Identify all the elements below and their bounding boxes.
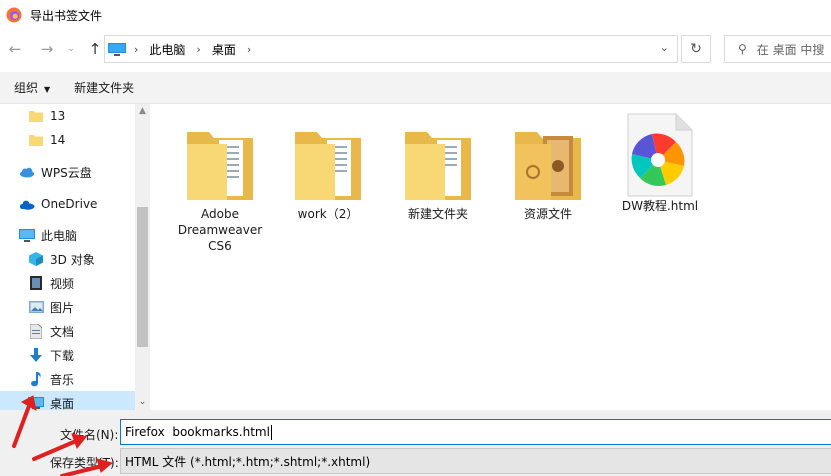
folder-icon: [398, 114, 478, 202]
folder-icon: [508, 114, 588, 202]
sidebar-scrollbar[interactable]: ▲ ⌄: [135, 104, 150, 410]
filetype-select[interactable]: HTML 文件 (*.html;*.htm;*.shtml;*.xhtml): [120, 448, 831, 474]
organize-label: 组织: [14, 81, 39, 95]
filename-label: 文件名(N):: [60, 428, 119, 442]
sidebar-item-this-pc[interactable]: 此电脑: [0, 223, 135, 247]
navigation-bar: ← → ⌄ ↑ › 此电脑 › 桌面 › ⌄ ↻ ⚲ 在 桌面 中搜: [0, 30, 831, 68]
html-file-icon: [620, 110, 700, 198]
breadcrumb-separator[interactable]: ›: [196, 43, 200, 56]
breadcrumb-desktop[interactable]: 桌面: [212, 41, 236, 58]
sidebar-item-3d-objects[interactable]: 3D 对象: [0, 247, 135, 271]
folder-icon: [28, 108, 44, 124]
computer-icon: [108, 42, 126, 56]
onedrive-icon: [19, 196, 35, 212]
folder-icon: [28, 132, 44, 148]
new-folder-button[interactable]: 新建文件夹: [74, 79, 134, 96]
file-list: Adobe Dreamweaver CS6 work（2） 新建文件夹 资源文件…: [150, 104, 831, 410]
filetype-label: 保存类型(T):: [50, 456, 119, 470]
address-dropdown-icon[interactable]: ⌄: [660, 41, 669, 54]
sidebar-item-downloads[interactable]: 下载: [0, 343, 135, 367]
file-item-dreamweaver[interactable]: Adobe Dreamweaver CS6: [170, 114, 270, 254]
organize-button[interactable]: 组织 ▼: [14, 79, 50, 96]
breadcrumb-this-pc[interactable]: 此电脑: [149, 41, 185, 58]
forward-arrow-icon[interactable]: →: [36, 38, 58, 60]
filename-input[interactable]: Firefox bookmarks.html: [120, 419, 831, 445]
navigation-pane: 13 14 WPS云盘 OneDrive 此电脑 3D 对象 视频 图片 文档 …: [0, 104, 150, 410]
download-icon: [28, 347, 44, 363]
firefox-icon: [6, 7, 22, 23]
folder-icon: [288, 114, 368, 202]
caret-down-icon: ▼: [44, 85, 51, 94]
cloud-icon: [19, 164, 35, 180]
file-item-resources[interactable]: 资源文件: [498, 114, 598, 222]
picture-icon: [28, 299, 44, 315]
chevron-down-icon[interactable]: ⌄: [60, 38, 82, 60]
save-panel: 文件名(N): Firefox bookmarks.html 保存类型(T): …: [0, 410, 831, 476]
search-box[interactable]: ⚲ 在 桌面 中搜: [724, 35, 831, 63]
computer-icon: [19, 227, 35, 243]
sidebar-item-videos[interactable]: 视频: [0, 271, 135, 295]
refresh-button[interactable]: ↻: [681, 35, 711, 63]
scrollbar-thumb[interactable]: [137, 207, 148, 347]
sidebar-item-13[interactable]: 13: [0, 104, 135, 128]
sidebar-item-wps-cloud[interactable]: WPS云盘: [0, 160, 135, 184]
sidebar-item-14[interactable]: 14: [0, 128, 135, 152]
sidebar-item-onedrive[interactable]: OneDrive: [0, 192, 135, 216]
address-bar[interactable]: › 此电脑 › 桌面 › ⌄: [104, 35, 678, 63]
sidebar-item-documents[interactable]: 文档: [0, 319, 135, 343]
scroll-down-icon[interactable]: ⌄: [135, 395, 150, 410]
command-bar: 组织 ▼ 新建文件夹: [0, 72, 831, 104]
window-title: 导出书签文件: [30, 8, 103, 23]
video-icon: [28, 275, 44, 291]
music-icon: [28, 371, 44, 387]
title-bar: 导出书签文件: [0, 0, 831, 30]
document-icon: [28, 323, 44, 339]
file-item-new-folder[interactable]: 新建文件夹: [388, 114, 488, 222]
sidebar-item-desktop[interactable]: 桌面: [0, 391, 135, 410]
breadcrumb-separator[interactable]: ›: [134, 43, 138, 56]
text-cursor: [270, 424, 272, 440]
refresh-icon: ↻: [690, 41, 702, 57]
up-arrow-icon[interactable]: ↑: [84, 38, 106, 60]
desktop-icon: [28, 395, 44, 410]
folder-icon: [180, 114, 260, 202]
search-icon: ⚲: [738, 42, 747, 56]
sidebar-item-pictures[interactable]: 图片: [0, 295, 135, 319]
file-item-dw-tutorial[interactable]: DW教程.html: [610, 110, 710, 214]
cube-icon: [28, 251, 44, 267]
scroll-up-icon[interactable]: ▲: [135, 104, 150, 119]
sidebar-item-music[interactable]: 音乐: [0, 367, 135, 391]
breadcrumb-separator[interactable]: ›: [247, 43, 251, 56]
search-placeholder: 在 桌面 中搜: [756, 42, 825, 57]
file-item-work[interactable]: work（2）: [278, 114, 378, 222]
back-arrow-icon[interactable]: ←: [4, 38, 26, 60]
